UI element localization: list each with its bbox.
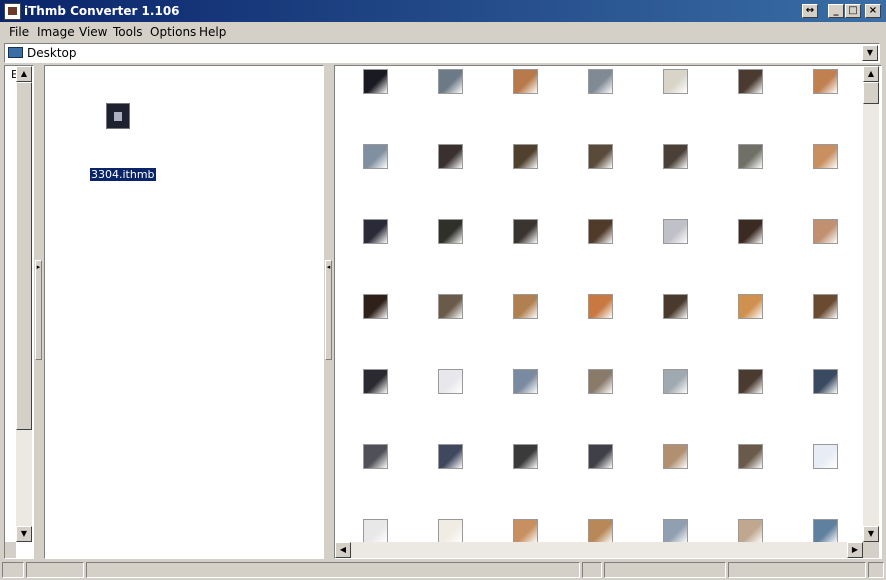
thumbnail-item[interactable] bbox=[363, 369, 388, 394]
scroll-thumb[interactable] bbox=[863, 82, 879, 104]
status-panel bbox=[86, 562, 580, 578]
thumbnail-item[interactable] bbox=[513, 219, 538, 244]
thumbnail-item[interactable] bbox=[738, 144, 763, 169]
thumbnail-item[interactable] bbox=[663, 519, 688, 542]
status-panel bbox=[868, 562, 884, 578]
minimize-button[interactable]: _ bbox=[828, 4, 844, 18]
file-list-pane[interactable]: 3304.ithmb bbox=[44, 65, 324, 559]
thumbnail-vscrollbar[interactable]: ▲ ▼ bbox=[863, 66, 879, 542]
menu-tools[interactable]: Tools bbox=[113, 25, 143, 39]
thumbnail-item[interactable] bbox=[663, 69, 688, 94]
thumbnail-item[interactable] bbox=[363, 294, 388, 319]
folder-tree-pane[interactable]: E ▲ ▼ bbox=[4, 65, 34, 559]
menu-image[interactable]: Image bbox=[37, 25, 75, 39]
thumbnail-hscrollbar[interactable]: ◀ ▶ bbox=[335, 542, 863, 558]
menu-view[interactable]: View bbox=[79, 25, 107, 39]
scroll-down-button[interactable]: ▼ bbox=[863, 526, 879, 542]
thumbnail-item[interactable] bbox=[438, 519, 463, 542]
thumbnail-item[interactable] bbox=[588, 294, 613, 319]
thumbnail-item[interactable] bbox=[663, 219, 688, 244]
thumbnail-grid[interactable] bbox=[335, 66, 863, 542]
tree-hscroll-stub[interactable] bbox=[5, 542, 16, 558]
thumbnail-item[interactable] bbox=[438, 369, 463, 394]
status-panel bbox=[582, 562, 602, 578]
address-combo[interactable]: Desktop ▼ bbox=[4, 43, 880, 63]
right-splitter[interactable]: ◂ bbox=[324, 65, 334, 559]
thumbnail-item[interactable] bbox=[588, 444, 613, 469]
menu-help[interactable]: Help bbox=[199, 25, 226, 39]
status-panel bbox=[2, 562, 24, 578]
thumbnail-item[interactable] bbox=[738, 519, 763, 542]
thumbnail-item[interactable] bbox=[363, 69, 388, 94]
thumbnail-item[interactable] bbox=[438, 69, 463, 94]
scroll-left-button[interactable]: ◀ bbox=[335, 542, 351, 558]
thumbnail-item[interactable] bbox=[438, 144, 463, 169]
thumbnail-item[interactable] bbox=[813, 369, 838, 394]
scroll-thumb[interactable] bbox=[16, 82, 32, 430]
thumbnail-item[interactable] bbox=[813, 144, 838, 169]
status-panel bbox=[26, 562, 84, 578]
address-dropdown-button[interactable]: ▼ bbox=[862, 45, 878, 61]
thumbnail-item[interactable] bbox=[363, 519, 388, 542]
thumbnail-item[interactable] bbox=[738, 444, 763, 469]
scroll-right-button[interactable]: ▶ bbox=[847, 542, 863, 558]
thumbnail-item[interactable] bbox=[813, 294, 838, 319]
thumbnail-item[interactable] bbox=[438, 294, 463, 319]
thumbnail-item[interactable] bbox=[738, 294, 763, 319]
scroll-up-button[interactable]: ▲ bbox=[16, 66, 32, 82]
thumbnail-item[interactable] bbox=[663, 294, 688, 319]
splitter-grip[interactable]: ▸ bbox=[35, 260, 42, 360]
thumbnail-item[interactable] bbox=[663, 444, 688, 469]
left-splitter[interactable]: ▸ bbox=[34, 65, 44, 559]
thumbnail-item[interactable] bbox=[363, 219, 388, 244]
close-button[interactable]: × bbox=[865, 4, 881, 18]
thumbnail-item[interactable] bbox=[513, 519, 538, 542]
thumbnail-item[interactable] bbox=[588, 369, 613, 394]
desktop-icon bbox=[8, 47, 23, 58]
thumbnail-item[interactable] bbox=[588, 69, 613, 94]
thumbnail-item[interactable] bbox=[813, 69, 838, 94]
scroll-up-button[interactable]: ▲ bbox=[863, 66, 879, 82]
scroll-down-button[interactable]: ▼ bbox=[16, 526, 32, 542]
thumbnail-item[interactable] bbox=[363, 144, 388, 169]
ithmb-file-icon[interactable] bbox=[106, 103, 130, 129]
thumbnail-item[interactable] bbox=[813, 219, 838, 244]
menu-file[interactable]: File bbox=[9, 25, 29, 39]
splitter-grip[interactable]: ◂ bbox=[325, 260, 332, 360]
thumbnail-item[interactable] bbox=[588, 519, 613, 542]
thumbnail-item[interactable] bbox=[663, 144, 688, 169]
thumbnail-item[interactable] bbox=[513, 444, 538, 469]
thumbnail-item[interactable] bbox=[738, 69, 763, 94]
size-grip bbox=[863, 542, 879, 558]
file-name-label[interactable]: 3304.ithmb bbox=[89, 167, 157, 182]
thumbnail-item[interactable] bbox=[588, 144, 613, 169]
status-panel bbox=[728, 562, 866, 578]
thumbnail-item[interactable] bbox=[438, 444, 463, 469]
menu-options[interactable]: Options bbox=[150, 25, 196, 39]
thumbnail-item[interactable] bbox=[813, 444, 838, 469]
app-icon bbox=[4, 3, 21, 20]
thumbnail-item[interactable] bbox=[738, 219, 763, 244]
thumbnail-item[interactable] bbox=[813, 519, 838, 542]
thumbnail-item[interactable] bbox=[513, 69, 538, 94]
thumbnail-item[interactable] bbox=[738, 369, 763, 394]
maximize-button[interactable]: □ bbox=[845, 4, 861, 18]
tree-vscrollbar[interactable]: ▲ ▼ bbox=[16, 66, 32, 542]
status-panel bbox=[604, 562, 726, 578]
address-value: Desktop bbox=[27, 46, 77, 60]
thumbnail-item[interactable] bbox=[438, 219, 463, 244]
window-title: iThmb Converter 1.106 bbox=[24, 4, 180, 18]
thumbnail-item[interactable] bbox=[588, 219, 613, 244]
restore-size-button[interactable]: ↔ bbox=[802, 4, 818, 18]
thumbnail-item[interactable] bbox=[513, 144, 538, 169]
thumbnail-item[interactable] bbox=[363, 444, 388, 469]
thumbnail-item[interactable] bbox=[513, 369, 538, 394]
menu-bar: File Image View Tools Options Help bbox=[0, 22, 886, 42]
thumbnail-item[interactable] bbox=[663, 369, 688, 394]
thumbnail-pane[interactable]: ▲ ▼ ◀ ▶ bbox=[334, 65, 882, 559]
thumbnail-item[interactable] bbox=[513, 294, 538, 319]
title-bar[interactable]: iThmb Converter 1.106 ↔ _ □ × bbox=[0, 0, 886, 22]
status-bar bbox=[0, 561, 886, 580]
